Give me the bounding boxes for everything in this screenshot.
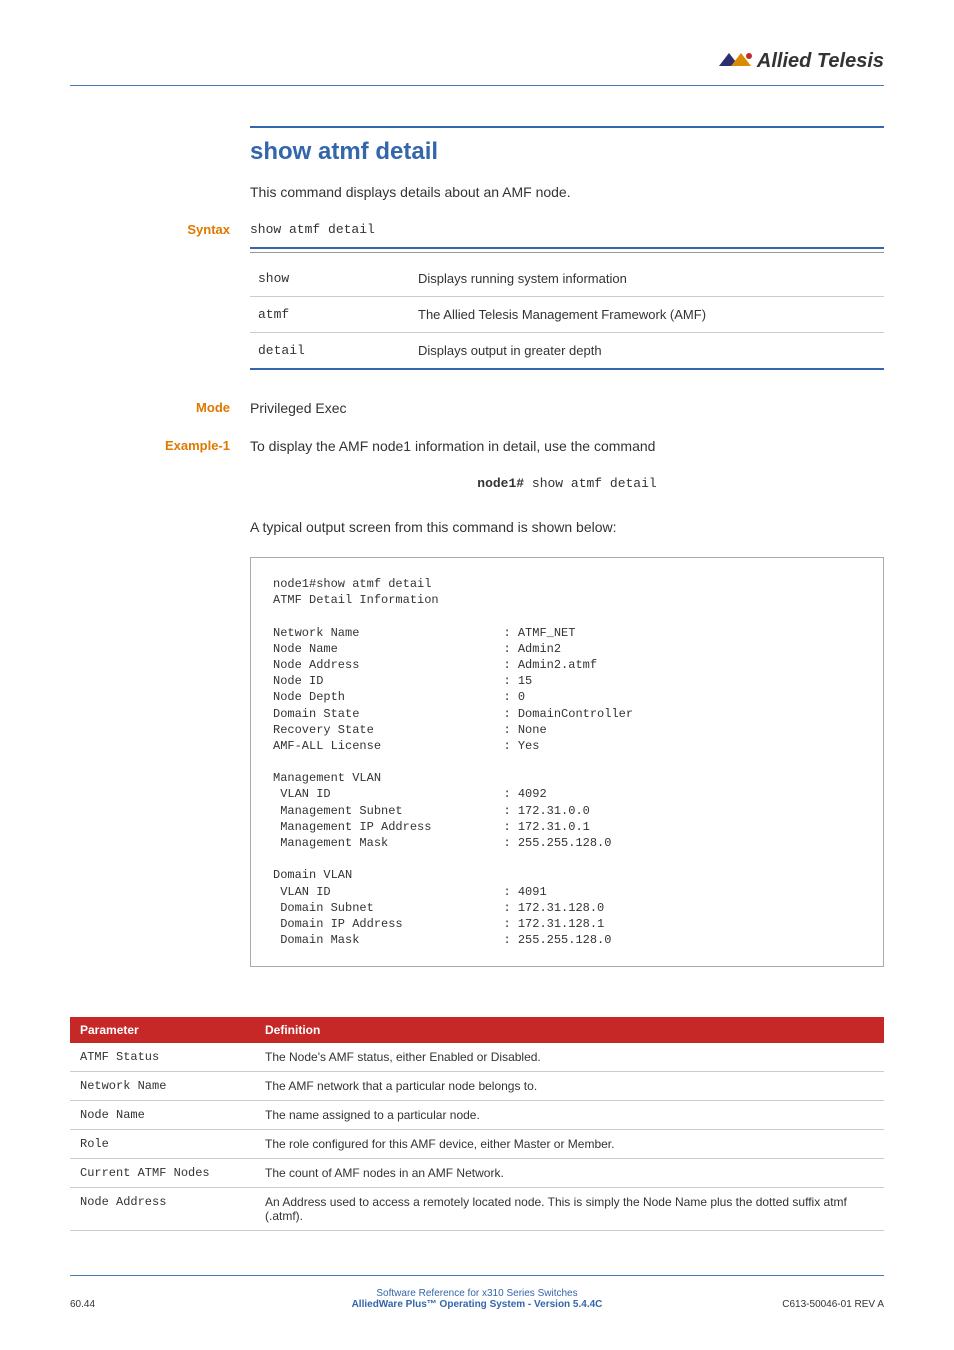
param-desc: The Allied Telesis Management Framework … [410,297,884,333]
footer-line1: Software Reference for x310 Series Switc… [70,1288,884,1299]
param-def: The AMF network that a particular node b… [255,1072,884,1101]
example-command: node1# show atmf detail [250,476,884,491]
table-row: show Displays running system information [250,261,884,297]
footer-line2: AlliedWare Plus™ Operating System - Vers… [70,1299,884,1310]
table-row: ATMF Status The Node's AMF status, eithe… [70,1043,884,1072]
table-row: Node Address An Address used to access a… [70,1188,884,1231]
page-footer: Software Reference for x310 Series Switc… [70,1275,884,1310]
mode-section: Mode Privileged Exec [250,400,884,418]
param-def: The Node's AMF status, either Enabled or… [255,1043,884,1072]
logo-text: Allied Telesis [757,50,884,72]
brand-logo: Allied Telesis [719,50,884,73]
param-name: Node Name [70,1101,255,1130]
mode-label: Mode [70,400,230,415]
param-def: An Address used to access a remotely loc… [255,1188,884,1231]
syntax-label: Syntax [70,222,230,237]
param-name: Node Address [70,1188,255,1231]
table-row: Role The role configured for this AMF de… [70,1130,884,1159]
command-prompt: node1# [477,476,524,491]
col-definition: Definition [255,1017,884,1043]
command-text: show atmf detail [524,476,657,491]
footer-page-number: 60.44 [70,1299,95,1310]
intro-text: This command displays details about an A… [250,184,884,200]
example-text: To display the AMF node1 information in … [250,438,655,454]
example-label: Example-1 [70,438,230,453]
syntax-code: show atmf detail [250,222,884,237]
table-row: Current ATMF Nodes The count of AMF node… [70,1159,884,1188]
header-divider [70,85,884,86]
logo-triangle-icon [719,50,753,73]
definition-table: Parameter Definition ATMF Status The Nod… [70,1017,884,1231]
param-cmd: show [250,261,410,297]
param-name: Role [70,1130,255,1159]
example-followup: A typical output screen from this comman… [250,519,884,535]
param-name: ATMF Status [70,1043,255,1072]
col-parameter: Parameter [70,1017,255,1043]
page-title: show atmf detail [250,126,884,166]
table-top-rule [250,247,884,253]
definition-table-wrap: Parameter Definition ATMF Status The Nod… [70,1017,884,1231]
param-cmd: detail [250,333,410,370]
footer-doc-id: C613-50046-01 REV A [782,1299,884,1310]
param-def: The role configured for this AMF device,… [255,1130,884,1159]
output-box: node1#show atmf detail ATMF Detail Infor… [250,557,884,967]
param-def: The count of AMF nodes in an AMF Network… [255,1159,884,1188]
table-header-row: Parameter Definition [70,1017,884,1043]
param-desc: Displays running system information [410,261,884,297]
param-name: Network Name [70,1072,255,1101]
param-name: Current ATMF Nodes [70,1159,255,1188]
table-row: atmf The Allied Telesis Management Frame… [250,297,884,333]
syntax-params-table: show Displays running system information… [250,261,884,370]
example-section: Example-1 To display the AMF node1 infor… [250,438,884,456]
param-desc: Displays output in greater depth [410,333,884,370]
table-row: Network Name The AMF network that a part… [70,1072,884,1101]
table-row: Node Name The name assigned to a particu… [70,1101,884,1130]
mode-value: Privileged Exec [250,400,347,416]
param-def: The name assigned to a particular node. [255,1101,884,1130]
table-row: detail Displays output in greater depth [250,333,884,370]
syntax-section: Syntax show atmf detail show Displays ru… [250,222,884,370]
param-cmd: atmf [250,297,410,333]
